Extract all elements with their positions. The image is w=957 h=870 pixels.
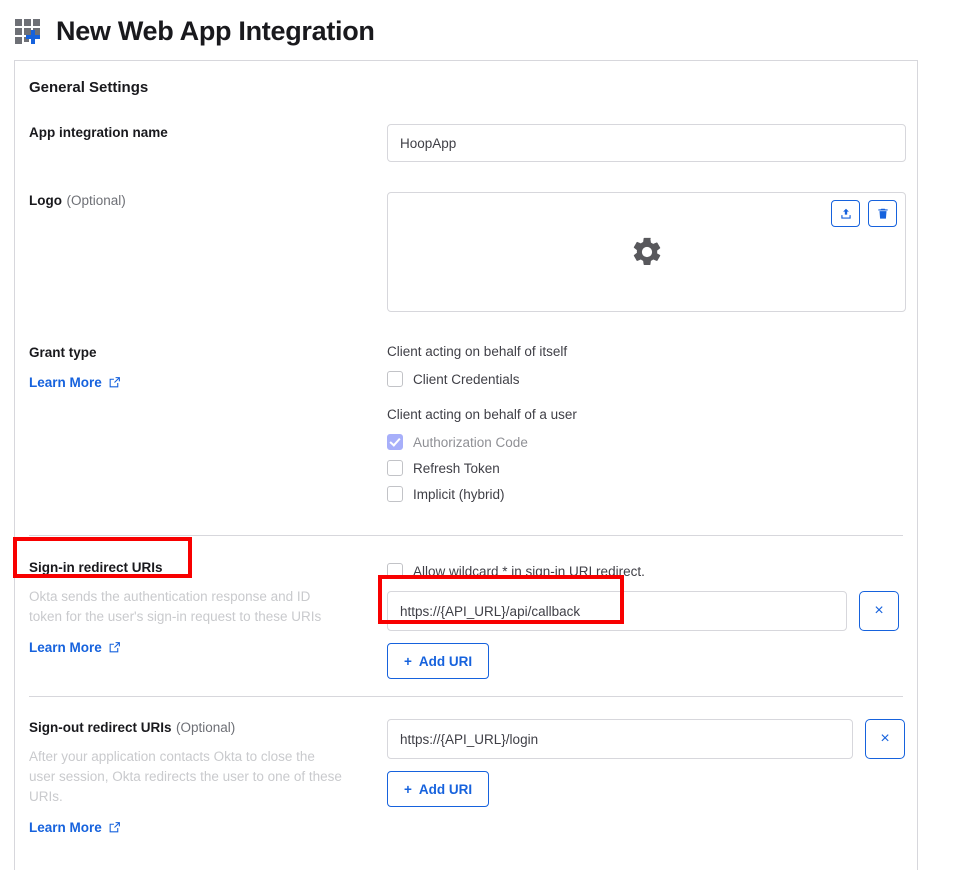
signin-redirect-field-cell: Allow wildcard * in sign-in URI redirect… — [387, 559, 903, 679]
signout-redirect-label-cell: Sign-out redirect URIs (Optional) After … — [29, 719, 387, 837]
page-header: New Web App Integration — [0, 0, 957, 46]
signin-uri-row: × — [387, 591, 903, 631]
client-credentials-label: Client Credentials — [413, 372, 520, 387]
signout-redirect-uri-input[interactable] — [387, 719, 853, 759]
signout-redirect-optional-label: (Optional) — [176, 720, 235, 735]
external-link-icon — [108, 376, 121, 389]
row-signin-redirect-uris: Sign-in redirect URIs Okta sends the aut… — [15, 559, 917, 679]
app-integration-name-input[interactable] — [387, 124, 906, 162]
plus-icon: + — [404, 782, 412, 797]
logo-actions — [831, 200, 897, 227]
row-app-integration-name: App integration name — [15, 124, 917, 162]
signin-redirect-add-uri-button[interactable]: + Add URI — [387, 643, 489, 679]
signin-redirect-help-text: Okta sends the authentication response a… — [29, 587, 344, 627]
implicit-hybrid-checkbox[interactable] — [387, 486, 403, 502]
grant-group-1-title: Client acting on behalf of a user — [387, 407, 903, 422]
client-credentials-checkbox[interactable] — [387, 371, 403, 387]
logo-field-cell — [387, 192, 906, 312]
page-title: New Web App Integration — [56, 18, 375, 45]
grant-type-field-cell: Client acting on behalf of itself Client… — [387, 344, 903, 508]
signout-redirect-field-cell: × + Add URI — [387, 719, 905, 837]
signout-redirect-uri-remove-button[interactable]: × — [865, 719, 905, 759]
signin-redirect-learn-more-label: Learn More — [29, 640, 102, 655]
divider-2 — [29, 696, 903, 697]
signout-redirect-learn-more-link[interactable]: Learn More — [29, 820, 121, 835]
signout-redirect-help-text: After your application contacts Okta to … — [29, 747, 344, 807]
implicit-hybrid-label: Implicit (hybrid) — [413, 487, 505, 502]
logo-upload-button[interactable] — [831, 200, 860, 227]
grant-type-label: Grant type — [29, 345, 97, 360]
grant-type-learn-more-label: Learn More — [29, 375, 102, 390]
logo-label-cell: Logo (Optional) — [29, 192, 387, 312]
signout-uri-row: × — [387, 719, 905, 759]
signin-redirect-learn-more-link[interactable]: Learn More — [29, 640, 121, 655]
grant-type-learn-more-link[interactable]: Learn More — [29, 375, 121, 390]
general-settings-card: General Settings App integration name Lo… — [14, 60, 918, 870]
upload-icon — [839, 207, 853, 221]
grant-option-implicit-hybrid[interactable]: Implicit (hybrid) — [387, 482, 903, 506]
grant-group-0-title: Client acting on behalf of itself — [387, 344, 903, 359]
plus-icon: + — [404, 654, 412, 669]
allow-wildcard-row[interactable]: Allow wildcard * in sign-in URI redirect… — [387, 559, 903, 583]
app-grid-plus-icon — [14, 16, 44, 46]
signin-redirect-label-cell: Sign-in redirect URIs Okta sends the aut… — [29, 559, 387, 679]
external-link-icon — [108, 641, 121, 654]
signout-redirect-add-uri-label: Add URI — [419, 782, 472, 797]
app-integration-name-label-cell: App integration name — [29, 124, 387, 162]
signout-redirect-learn-more-label: Learn More — [29, 820, 102, 835]
signin-redirect-label: Sign-in redirect URIs — [29, 560, 163, 575]
grant-option-client-credentials[interactable]: Client Credentials — [387, 367, 903, 391]
signin-redirect-uri-input[interactable] — [387, 591, 847, 631]
app-integration-name-label: App integration name — [29, 125, 168, 140]
external-link-icon — [108, 821, 121, 834]
row-signout-redirect-uris: Sign-out redirect URIs (Optional) After … — [15, 719, 917, 837]
signout-redirect-add-uri-button[interactable]: + Add URI — [387, 771, 489, 807]
logo-placeholder — [388, 193, 905, 311]
grant-type-label-cell: Grant type Learn More — [29, 344, 387, 508]
divider-1 — [29, 535, 903, 536]
logo-upload-box[interactable] — [387, 192, 906, 312]
section-title-general-settings: General Settings — [15, 61, 917, 96]
allow-wildcard-checkbox[interactable] — [387, 563, 403, 579]
refresh-token-checkbox[interactable] — [387, 460, 403, 476]
allow-wildcard-label: Allow wildcard * in sign-in URI redirect… — [413, 564, 645, 579]
logo-label: Logo — [29, 193, 62, 208]
gear-icon — [630, 235, 664, 269]
logo-optional-label: (Optional) — [66, 193, 125, 208]
signout-redirect-label: Sign-out redirect URIs — [29, 720, 172, 735]
signin-redirect-add-uri-label: Add URI — [419, 654, 472, 669]
trash-icon — [876, 207, 890, 221]
app-integration-name-field-cell — [387, 124, 906, 162]
signin-redirect-uri-remove-button[interactable]: × — [859, 591, 899, 631]
grant-option-refresh-token[interactable]: Refresh Token — [387, 456, 903, 480]
grant-option-authorization-code: Authorization Code — [387, 430, 903, 454]
authorization-code-checkbox — [387, 434, 403, 450]
authorization-code-label: Authorization Code — [413, 435, 528, 450]
row-grant-type: Grant type Learn More Client acting on b… — [15, 344, 917, 508]
row-logo: Logo (Optional) — [15, 192, 917, 312]
logo-delete-button[interactable] — [868, 200, 897, 227]
refresh-token-label: Refresh Token — [413, 461, 500, 476]
